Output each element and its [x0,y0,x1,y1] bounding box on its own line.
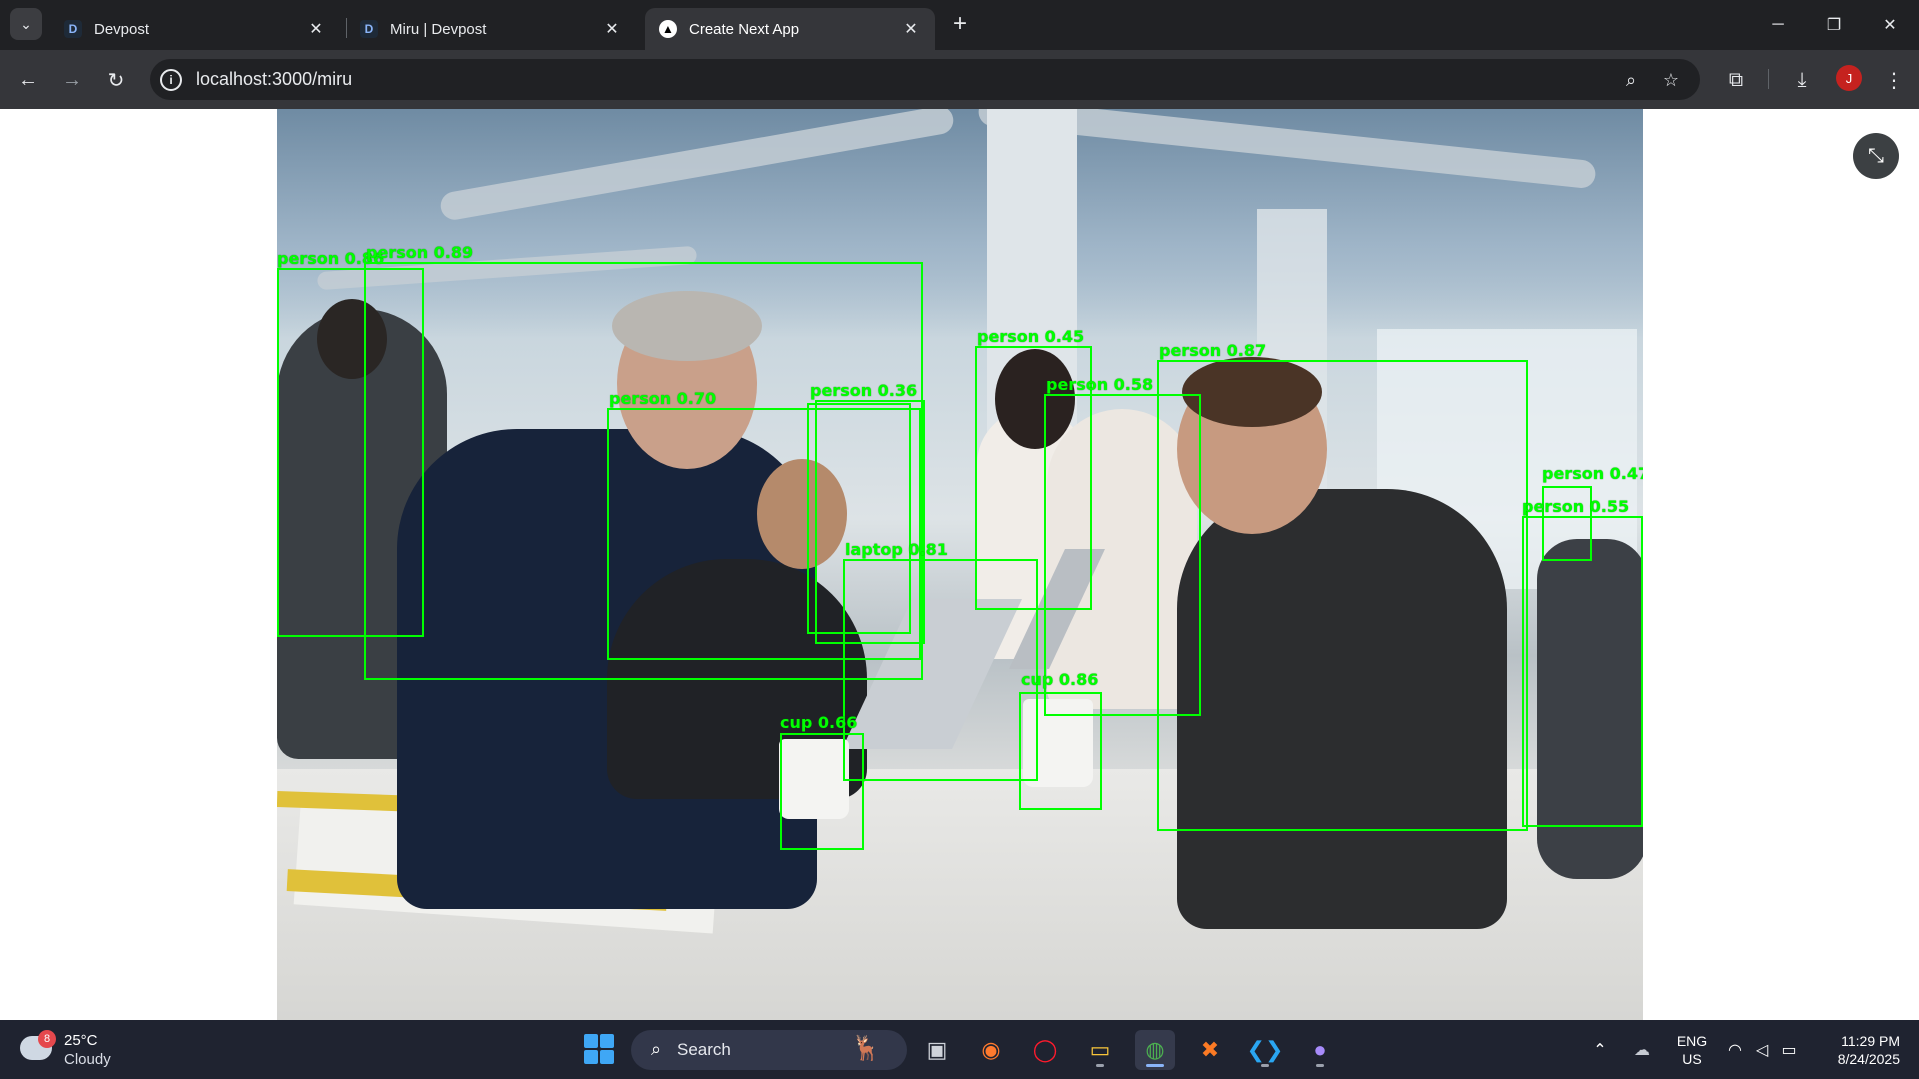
devpost-favicon-icon: D [64,20,82,38]
detection-label: person 0.70 [609,389,717,408]
profile-avatar[interactable]: J [1836,65,1862,91]
site-info-icon[interactable]: i [160,69,182,91]
task-view-icon[interactable]: ▣ [917,1030,957,1070]
tab-create-next-app[interactable]: ▲ Create Next App ✕ [645,8,935,50]
close-icon[interactable]: ✕ [306,19,326,39]
weather-widget[interactable]: 8 25°C Cloudy [20,1030,140,1070]
running-indicator [1316,1064,1324,1067]
detection-label: person 0.45 [977,327,1085,346]
show-hidden-icons-chevron-icon[interactable]: ⌃ [1588,1038,1612,1062]
close-icon[interactable]: ✕ [901,19,921,39]
clock-date: 8/24/2025 [1837,1051,1900,1067]
zoom-magnifier-icon[interactable]: ⌕ [1618,67,1644,93]
devpost-favicon-icon: D [360,20,378,38]
tab-miru-devpost[interactable]: D Miru | Devpost ✕ [346,8,636,50]
url-text[interactable]: localhost:3000/miru [196,69,352,90]
detection-box [843,559,1038,781]
exit-fullscreen-icon[interactable]: ⤡ [1853,133,1899,179]
weather-badge: 8 [38,1030,56,1048]
detection-label: person 0.47 [1542,464,1643,483]
language-indicator[interactable]: ENG US [1674,1032,1710,1068]
deer-illustration-icon: 🦌 [851,1035,881,1062]
running-indicator [1096,1064,1104,1067]
wifi-icon[interactable]: ◠ [1723,1038,1747,1062]
tab-devpost[interactable]: D Devpost ✕ [50,8,340,50]
detection-label: cup 0.66 [780,713,858,732]
tab-search-chevron-icon[interactable]: ⌄ [10,8,42,40]
forward-arrow-icon[interactable]: → [56,64,88,96]
windows-start-icon[interactable] [584,1034,614,1064]
opera-icon[interactable]: ◯ [1025,1030,1065,1070]
detection-label: laptop 0.81 [845,540,948,559]
taskbar-clock[interactable]: 11:29 PM 8/24/2025 [1816,1032,1900,1068]
github-desktop-icon[interactable]: ● [1300,1030,1340,1070]
running-indicator [1146,1064,1164,1067]
region-code: US [1682,1051,1702,1067]
firefox-icon[interactable]: ◉ [971,1030,1011,1070]
detection-label: person 0.55 [1522,497,1630,516]
tab-title: Create Next App [689,20,800,38]
onedrive-off-icon[interactable]: ☁ [1630,1038,1654,1062]
back-arrow-icon[interactable]: ← [12,64,44,96]
language-code: ENG [1676,1033,1708,1049]
detection-label: cup 0.86 [1021,670,1099,689]
detection-label: person 0.87 [1159,341,1267,360]
clock-time: 11:29 PM [1841,1033,1900,1049]
detection-box [1019,692,1102,810]
new-tab-plus-icon[interactable]: + [946,10,974,38]
chrome-icon[interactable]: ◍ [1135,1030,1175,1070]
page-viewport: person 0.86 person 0.89 person 0.70 pers… [0,109,1919,1020]
bookmark-star-icon[interactable]: ☆ [1658,67,1684,93]
running-indicator [1261,1064,1269,1067]
reload-icon[interactable]: ↻ [100,64,132,96]
detection-label: person 0.36 [810,381,918,400]
search-label: Search [677,1040,731,1059]
extensions-puzzle-icon[interactable]: ⧉ [1720,64,1752,96]
tab-title: Devpost [94,20,150,38]
detection-result-photo: person 0.86 person 0.89 person 0.70 pers… [277,109,1643,1020]
minimize-icon[interactable]: ─ [1750,0,1806,50]
windows-taskbar: 8 25°C Cloudy ⌕ Search 🦌 ▣ ◉ ◯ ▭ ◍ ✖ ❮❯ … [0,1020,1919,1079]
close-icon[interactable]: ✕ [602,19,622,39]
detection-box [1522,516,1643,827]
battery-icon[interactable]: ▭ [1777,1038,1801,1062]
xampp-icon[interactable]: ✖ [1190,1030,1230,1070]
address-bar[interactable]: i localhost:3000/miru ⌕ ☆ [150,59,1700,100]
volume-icon[interactable]: ◁ [1750,1038,1774,1062]
taskbar-search[interactable]: ⌕ Search 🦌 [631,1030,907,1070]
window-close-icon[interactable]: ✕ [1862,0,1918,50]
browser-toolbar: ← → ↻ i localhost:3000/miru ⌕ ☆ ⧉ ⤓ ⋮ [0,50,1919,109]
tab-title: Miru | Devpost [390,20,487,38]
file-explorer-icon[interactable]: ▭ [1080,1030,1120,1070]
vscode-icon[interactable]: ❮❯ [1245,1030,1285,1070]
detection-box [780,733,864,850]
detection-label: person 0.89 [366,243,474,262]
restore-icon[interactable]: ❐ [1806,0,1862,50]
nextjs-favicon-icon: ▲ [659,20,677,38]
toolbar-divider [1768,69,1769,89]
weather-temperature: 25°C [64,1032,98,1049]
more-menu-icon[interactable]: ⋮ [1878,64,1910,96]
download-icon[interactable]: ⤓ [1786,64,1818,96]
browser-tab-strip: ⌄ D Devpost ✕ D Miru | Devpost ✕ ▲ Creat… [0,0,1919,50]
detection-box [1157,360,1528,831]
detection-label: person 0.58 [1046,375,1154,394]
search-icon: ⌕ [650,1038,662,1059]
weather-condition: Cloudy [64,1051,111,1068]
